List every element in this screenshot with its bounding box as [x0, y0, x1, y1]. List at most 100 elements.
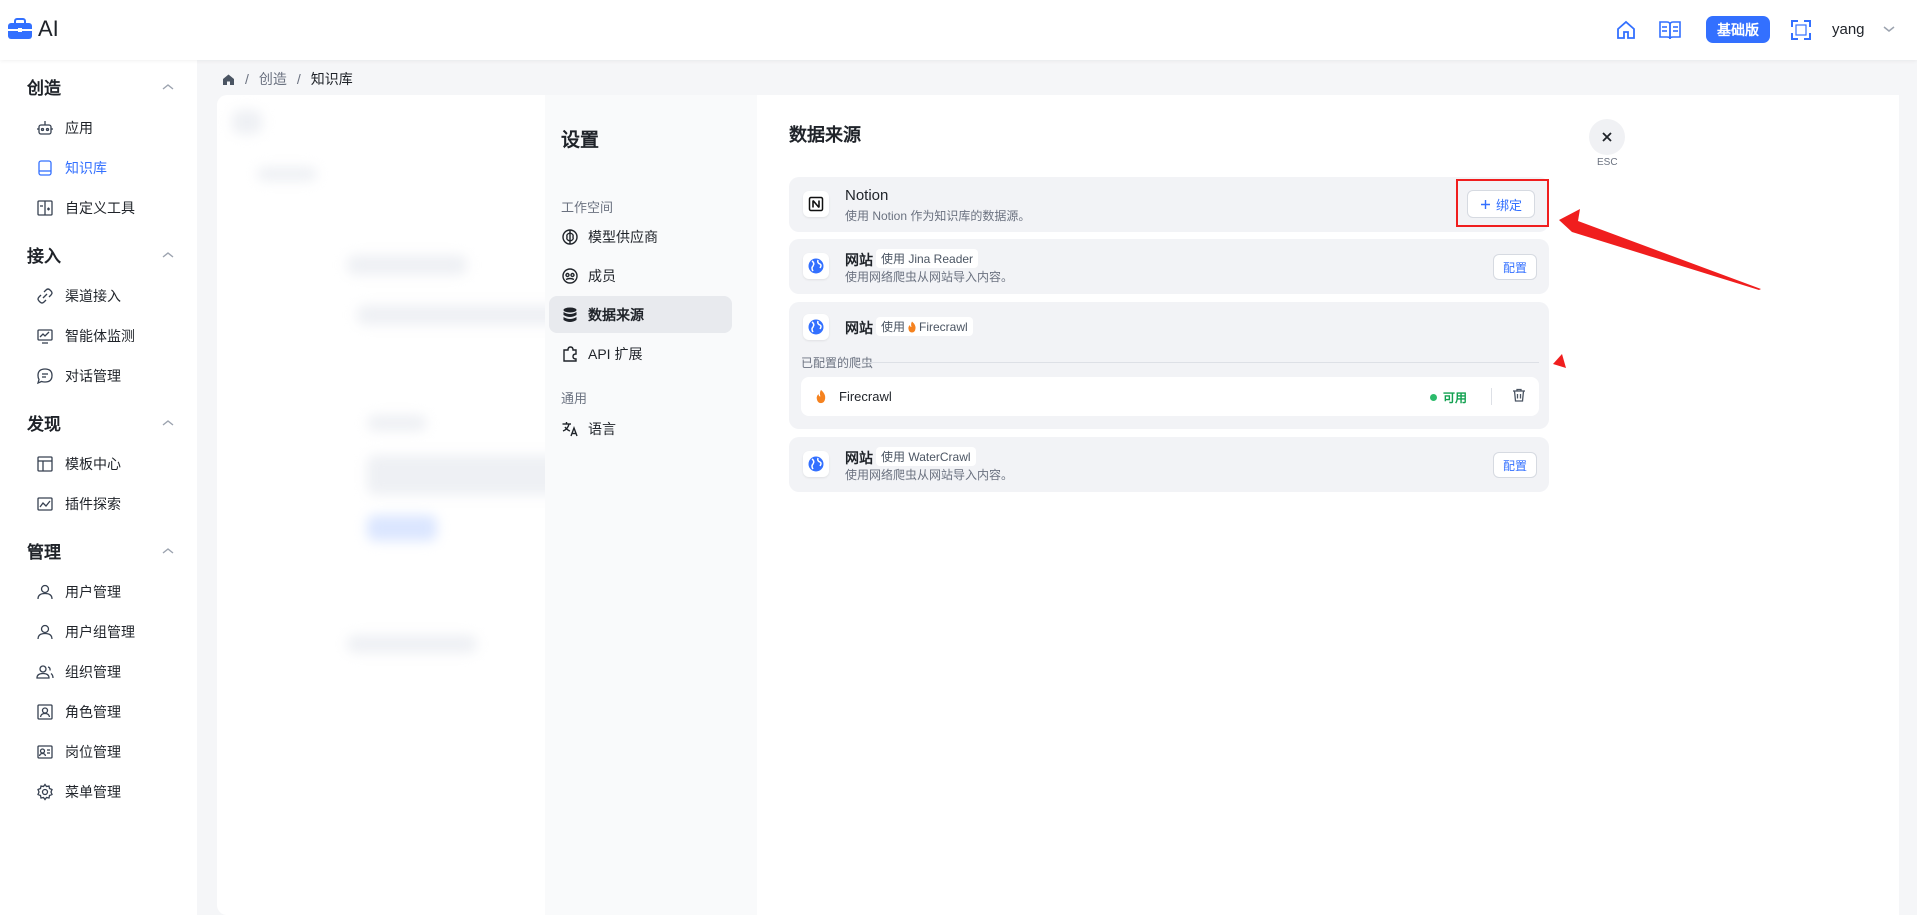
sidebar-item-menus[interactable]: 菜单管理 [36, 782, 121, 802]
sidebar: 创造 应用 知识库 自定义工具 接入 渠道接入 智能体监测 对话管理 发现 模板… [0, 60, 197, 915]
globe-icon [803, 253, 829, 279]
settings-item-label: 数据来源 [588, 306, 644, 323]
esc-label: ESC [1597, 157, 1618, 168]
sidebar-item-label: 知识库 [65, 160, 107, 176]
watercrawl-source-card: 网站 使用 WaterCrawl 使用网络爬虫从网站导入内容。 配置 [789, 437, 1549, 492]
globe-icon [803, 314, 829, 340]
general-group-label: 通用 [561, 391, 588, 406]
crawler-row: Firecrawl 可用 [801, 377, 1539, 416]
jina-desc: 使用网络爬虫从网站导入内容。 [845, 270, 1014, 284]
user-name[interactable]: yang [1832, 21, 1865, 38]
sidebar-item-label: 自定义工具 [65, 200, 135, 216]
divider [1491, 388, 1492, 405]
sidebar-item-label: 模板中心 [65, 456, 121, 472]
settings-item-label: 成员 [588, 267, 616, 284]
settings-item-language[interactable]: 语言 [549, 410, 732, 447]
sidebar-section-create[interactable]: 创造 [27, 74, 61, 99]
tool-icon [37, 200, 53, 216]
user-group-icon [37, 624, 53, 640]
sidebar-item-label: 组织管理 [65, 664, 121, 680]
sidebar-item-user-groups[interactable]: 用户组管理 [36, 622, 135, 642]
chevron-down-icon[interactable] [1882, 24, 1896, 34]
home-icon[interactable] [1614, 18, 1638, 42]
annotation-arrow-icon [1553, 209, 1761, 368]
user-icon [37, 584, 53, 600]
role-icon [37, 704, 53, 720]
sidebar-item-knowledge[interactable]: 知识库 [36, 158, 107, 178]
members-icon [562, 267, 578, 284]
chevron-up-icon[interactable] [161, 250, 175, 260]
chevron-up-icon[interactable] [161, 418, 175, 428]
sidebar-item-positions[interactable]: 岗位管理 [36, 742, 121, 762]
docs-book-icon[interactable] [1658, 18, 1682, 42]
translate-icon [562, 421, 578, 436]
trash-icon[interactable] [1511, 387, 1527, 403]
home-icon[interactable] [222, 73, 235, 86]
puzzle-icon [563, 345, 577, 362]
jina-config-button[interactable]: 配置 [1492, 254, 1537, 280]
firecrawl-name: 网站 [845, 320, 873, 336]
breadcrumb-item[interactable]: 创造 [259, 69, 287, 89]
chevron-up-icon[interactable] [161, 82, 175, 92]
sidebar-item-templates[interactable]: 模板中心 [36, 454, 121, 474]
sidebar-item-label: 菜单管理 [65, 784, 121, 800]
sidebar-item-apps[interactable]: 应用 [36, 118, 93, 138]
settings-item-data-source[interactable]: 数据来源 [549, 296, 732, 333]
jina-name: 网站 [845, 252, 873, 268]
settings-title: 设置 [561, 130, 600, 151]
sidebar-item-channel[interactable]: 渠道接入 [36, 286, 121, 306]
close-button[interactable] [1589, 119, 1625, 155]
sidebar-section-discover[interactable]: 发现 [27, 410, 61, 435]
notion-name: Notion [845, 187, 889, 204]
sidebar-section-manage[interactable]: 管理 [27, 538, 61, 563]
status-badge: 可用 [1430, 389, 1467, 406]
settings-item-label: 语言 [588, 420, 616, 437]
settings-item-model-provider[interactable]: 模型供应商 [549, 218, 732, 255]
plugin-icon [37, 497, 53, 511]
sidebar-item-label: 渠道接入 [65, 288, 121, 304]
sidebar-item-label: 插件探索 [65, 496, 121, 512]
logo[interactable]: AI [6, 16, 59, 42]
annotation-highlight-box [1456, 179, 1549, 227]
watercrawl-desc: 使用网络爬虫从网站导入内容。 [845, 468, 1014, 482]
crawler-name: Firecrawl [839, 389, 892, 404]
sidebar-section-access[interactable]: 接入 [27, 242, 61, 267]
book-icon [38, 160, 52, 176]
monitor-icon [37, 329, 53, 344]
notion-icon [803, 191, 829, 217]
breadcrumb: / 创造 / 知识库 [222, 69, 353, 89]
globe-icon [803, 451, 829, 477]
sidebar-item-custom-tools[interactable]: 自定义工具 [36, 198, 135, 218]
notion-desc: 使用 Notion 作为知识库的数据源。 [845, 209, 1031, 223]
jina-tag: 使用 Jina Reader [876, 249, 979, 268]
sidebar-item-label: 智能体监测 [65, 328, 135, 344]
settings-item-members[interactable]: 成员 [549, 257, 732, 294]
status-dot-icon [1430, 394, 1437, 401]
sidebar-item-plugins[interactable]: 插件探索 [36, 494, 121, 514]
sidebar-item-orgs[interactable]: 组织管理 [36, 662, 121, 682]
sidebar-item-roles[interactable]: 角色管理 [36, 702, 121, 722]
sidebar-item-label: 用户组管理 [65, 624, 135, 640]
sidebar-item-conversations[interactable]: 对话管理 [36, 366, 121, 386]
sidebar-item-label: 应用 [65, 120, 93, 136]
edition-badge[interactable]: 基础版 [1706, 16, 1770, 43]
briefcase-icon [8, 18, 32, 39]
brain-icon [562, 228, 578, 245]
fullscreen-icon[interactable] [1789, 18, 1813, 42]
breadcrumb-current: 知识库 [310, 71, 353, 87]
robot-icon [37, 121, 53, 135]
settings-item-api-extension[interactable]: API 扩展 [549, 335, 732, 372]
firecrawl-tag: 使用 Firecrawl [876, 317, 973, 336]
chat-icon [36, 368, 53, 385]
close-icon [1602, 132, 1612, 142]
sidebar-item-users[interactable]: 用户管理 [36, 582, 121, 602]
org-icon [36, 665, 54, 679]
watercrawl-config-button[interactable]: 配置 [1492, 452, 1537, 478]
chevron-up-icon[interactable] [161, 546, 175, 556]
watercrawl-tag: 使用 WaterCrawl [876, 447, 976, 466]
divider [863, 362, 1539, 363]
sidebar-item-agent-monitor[interactable]: 智能体监测 [36, 326, 135, 346]
notion-source-card: Notion 使用 Notion 作为知识库的数据源。 绑定 [789, 177, 1549, 232]
workspace-group-label: 工作空间 [561, 200, 614, 215]
template-icon [37, 456, 53, 472]
